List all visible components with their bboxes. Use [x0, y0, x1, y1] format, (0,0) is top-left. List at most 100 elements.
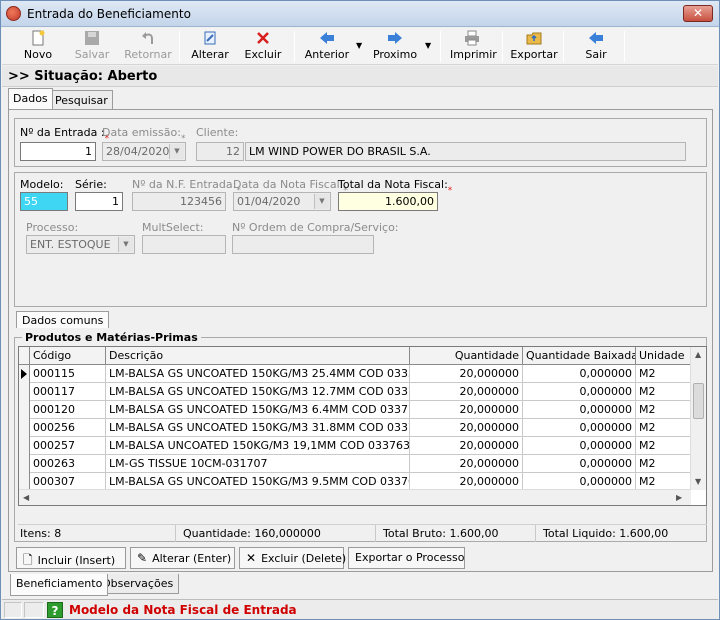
- cell-baixada[interactable]: 0,000000: [523, 455, 636, 473]
- scroll-thumb[interactable]: [693, 383, 704, 419]
- col-codigo[interactable]: Código: [30, 347, 106, 365]
- tab-pesquisar[interactable]: Pesquisar: [50, 90, 113, 109]
- help-icon[interactable]: ?: [47, 602, 63, 618]
- alterar-button[interactable]: Alterar: [190, 28, 230, 65]
- cell-quantidade[interactable]: 20,000000: [410, 365, 523, 383]
- alterar-item-button[interactable]: ✎ Alterar (Enter): [130, 547, 235, 569]
- anterior-dropdown-icon[interactable]: ▼: [356, 41, 362, 50]
- toolbar-separator: [294, 31, 295, 62]
- excluir-item-button[interactable]: ✕ Excluir (Delete): [239, 547, 347, 569]
- horizontal-scrollbar[interactable]: ◀ ▶: [19, 489, 691, 505]
- chevron-down-icon: ▼: [314, 194, 329, 209]
- tab-beneficiamento[interactable]: Beneficiamento: [10, 574, 109, 596]
- cell-descricao[interactable]: LM-BALSA GS UNCOATED 150KG/M3 31.8MM COD…: [106, 419, 410, 437]
- toolbar-separator: [624, 31, 625, 62]
- modelo-input[interactable]: 55: [20, 192, 68, 211]
- cell-quantidade[interactable]: 20,000000: [410, 401, 523, 419]
- cell-baixada[interactable]: 0,000000: [523, 365, 636, 383]
- cell-codigo[interactable]: 000115: [30, 365, 106, 383]
- scroll-up-icon[interactable]: ▲: [695, 350, 701, 359]
- situacao-label: >> Situação: Aberto: [2, 66, 718, 87]
- exportar-button[interactable]: Exportar: [510, 28, 558, 65]
- cell-unidade[interactable]: M2: [636, 383, 691, 401]
- status-message: Modelo da Nota Fiscal de Entrada: [69, 603, 297, 617]
- cell-unidade[interactable]: M2: [636, 419, 691, 437]
- tab-observacoes[interactable]: Observações: [96, 574, 180, 594]
- cell-descricao[interactable]: LM-BALSA GS UNCOATED 150KG/M3 12.7MM COD…: [106, 383, 410, 401]
- grid-header: Código Descrição Quantidade Quantidade B…: [19, 347, 691, 365]
- cell-codigo[interactable]: 000257: [30, 437, 106, 455]
- vertical-scrollbar[interactable]: ▲ ▼: [690, 347, 706, 490]
- chevron-down-icon: ▼: [169, 144, 184, 159]
- cell-codigo[interactable]: 000263: [30, 455, 106, 473]
- cell-baixada[interactable]: 0,000000: [523, 383, 636, 401]
- row-indicator: [19, 419, 30, 437]
- col-quantidade-baixada[interactable]: Quantidade Baixada: [523, 347, 636, 365]
- toolbar-separator: [440, 31, 441, 62]
- retornar-button[interactable]: Retornar: [123, 28, 173, 65]
- cell-unidade[interactable]: M2: [636, 437, 691, 455]
- processo-label: Processo:: [26, 221, 79, 234]
- row-indicator: [19, 401, 30, 419]
- cell-unidade[interactable]: M2: [636, 401, 691, 419]
- table-row[interactable]: 000256 LM-BALSA GS UNCOATED 150KG/M3 31.8…: [19, 419, 691, 437]
- cell-baixada[interactable]: 0,000000: [523, 437, 636, 455]
- excluir-button[interactable]: Excluir: [243, 28, 283, 65]
- cell-quantidade[interactable]: 20,000000: [410, 419, 523, 437]
- table-row[interactable]: 000115 LM-BALSA GS UNCOATED 150KG/M3 25.4…: [19, 365, 691, 383]
- edit-icon: ✎: [137, 551, 148, 565]
- cell-quantidade[interactable]: 20,000000: [410, 383, 523, 401]
- modelo-label: Modelo:: [20, 178, 64, 191]
- total-nota-input[interactable]: 1.600,00: [338, 192, 438, 211]
- proximo-button[interactable]: Proximo: [372, 28, 418, 65]
- proximo-dropdown-icon[interactable]: ▼: [425, 41, 431, 50]
- folder-export-icon: [525, 30, 543, 46]
- table-row[interactable]: 000257 LM-BALSA UNCOATED 150KG/M3 19,1MM …: [19, 437, 691, 455]
- undo-icon: [139, 30, 157, 46]
- cell-descricao[interactable]: LM-BALSA GS UNCOATED 150KG/M3 6.4MM COD …: [106, 401, 410, 419]
- novo-button[interactable]: Novo: [18, 28, 58, 65]
- cell-unidade[interactable]: M2: [636, 455, 691, 473]
- summary-separator: [375, 525, 376, 542]
- cell-unidade[interactable]: M2: [636, 365, 691, 383]
- cell-descricao[interactable]: LM-GS TISSUE 10CM-031707: [106, 455, 410, 473]
- scroll-left-icon[interactable]: ◀: [23, 493, 29, 502]
- cell-baixada[interactable]: 0,000000: [523, 401, 636, 419]
- exportar-processo-button[interactable]: Exportar o Processo: [348, 547, 465, 569]
- col-quantidade[interactable]: Quantidade: [410, 347, 523, 365]
- cell-codigo[interactable]: 000117: [30, 383, 106, 401]
- salvar-button[interactable]: Salvar: [70, 28, 114, 65]
- cell-quantidade[interactable]: 20,000000: [410, 455, 523, 473]
- scroll-down-icon[interactable]: ▼: [695, 477, 701, 486]
- excluir-label: Excluir (Delete): [261, 552, 347, 565]
- table-row[interactable]: 000117 LM-BALSA GS UNCOATED 150KG/M3 12.7…: [19, 383, 691, 401]
- col-unidade[interactable]: Unidade: [636, 347, 691, 365]
- n-entrada-input[interactable]: 1: [20, 142, 96, 161]
- scroll-right-icon[interactable]: ▶: [676, 493, 682, 502]
- cell-descricao[interactable]: LM-BALSA UNCOATED 150KG/M3 19,1MM COD 03…: [106, 437, 410, 455]
- cell-codigo[interactable]: 000120: [30, 401, 106, 419]
- summary-bar: Itens: 8 Quantidade: 160,000000 Total Br…: [18, 524, 707, 542]
- tab-dados-comuns[interactable]: Dados comuns: [16, 311, 110, 328]
- col-descricao[interactable]: Descrição: [106, 347, 410, 365]
- incluir-label: Incluir (Insert): [37, 554, 116, 567]
- tab-dados[interactable]: Dados: [8, 88, 53, 109]
- cliente-name-input: LM WIND POWER DO BRASIL S.A.: [245, 142, 686, 161]
- cell-quantidade[interactable]: 20,000000: [410, 437, 523, 455]
- cell-codigo[interactable]: 000256: [30, 419, 106, 437]
- incluir-button[interactable]: 🗋 Incluir (Insert): [16, 547, 126, 569]
- produtos-grid[interactable]: Código Descrição Quantidade Quantidade B…: [18, 346, 707, 506]
- status-cell: [4, 602, 22, 618]
- app-icon: [6, 6, 21, 21]
- close-button[interactable]: ✕: [683, 5, 713, 22]
- imprimir-button[interactable]: Imprimir: [450, 28, 497, 65]
- serie-input[interactable]: 1: [75, 192, 123, 211]
- cell-baixada[interactable]: 0,000000: [523, 419, 636, 437]
- table-row[interactable]: 000263 LM-GS TISSUE 10CM-031707 20,000000 0…: [19, 455, 691, 473]
- table-row[interactable]: 000120 LM-BALSA GS UNCOATED 150KG/M3 6.4M…: [19, 401, 691, 419]
- anterior-button[interactable]: Anterior: [304, 28, 350, 65]
- cell-descricao[interactable]: LM-BALSA GS UNCOATED 150KG/M3 25.4MM COD…: [106, 365, 410, 383]
- title-bar: Entrada do Beneficiamento ✕: [1, 1, 719, 27]
- sair-button[interactable]: Sair: [577, 28, 615, 65]
- summary-separator: [535, 525, 536, 542]
